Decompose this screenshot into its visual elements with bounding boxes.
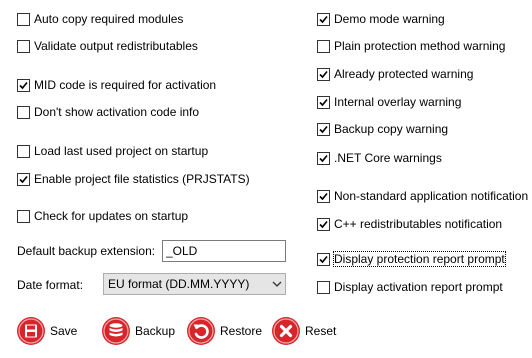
option-load-last-project[interactable]: Load last used project on startup xyxy=(17,143,208,159)
save-button-label: Save xyxy=(50,324,78,338)
checkbox-auto-copy-required-modules[interactable] xyxy=(17,12,30,26)
restore-button[interactable]: Restore xyxy=(186,315,262,347)
option-label: Display activation report prompt xyxy=(334,280,503,294)
checkbox-cpp-redistributables-notification[interactable] xyxy=(317,217,330,231)
checkmark-icon xyxy=(319,125,328,133)
option-label: C++ redistributables notification xyxy=(334,217,503,231)
option-demo-mode-warning[interactable]: Demo mode warning xyxy=(317,11,445,27)
option-label: Backup copy warning xyxy=(334,122,449,136)
close-icon xyxy=(272,317,300,345)
checkmark-icon xyxy=(319,98,328,106)
option-display-protection-report-prompt[interactable]: Display protection report prompt xyxy=(317,251,506,267)
option-label: .NET Core warnings xyxy=(334,151,442,165)
option-label: Demo mode warning xyxy=(334,12,445,26)
option-backup-copy-warning[interactable]: Backup copy warning xyxy=(317,121,448,137)
checkmark-icon xyxy=(19,175,28,183)
checkbox-display-activation-report-prompt[interactable] xyxy=(317,280,330,294)
checkbox-enable-project-file-statistics[interactable] xyxy=(17,172,30,186)
option-dont-show-activation-code-info[interactable]: Don't show activation code info xyxy=(17,104,199,120)
database-icon xyxy=(102,317,130,345)
date-format-select[interactable]: EU format (DD.MM.YYYY) xyxy=(103,273,286,295)
reset-button[interactable]: Reset xyxy=(271,315,336,347)
checkbox-load-last-project[interactable] xyxy=(17,144,30,158)
option-enable-project-file-statistics[interactable]: Enable project file statistics (PRJSTATS… xyxy=(17,171,250,187)
option-plain-protection-method-warning[interactable]: Plain protection method warning xyxy=(317,38,505,54)
reset-button-label: Reset xyxy=(305,324,337,338)
option-non-standard-application-notification[interactable]: Non-standard application notification xyxy=(317,188,528,204)
save-button[interactable]: Save xyxy=(16,315,77,347)
checkbox-check-for-updates[interactable] xyxy=(17,209,30,223)
option-label: Already protected warning xyxy=(334,67,474,81)
checkbox-display-protection-report-prompt[interactable] xyxy=(317,252,330,266)
option-label: Auto copy required modules xyxy=(34,12,184,26)
option-label: Plain protection method warning xyxy=(334,39,506,53)
option-label: MID code is required for activation xyxy=(34,78,217,92)
option-validate-output-redistributables[interactable]: Validate output redistributables xyxy=(17,38,198,54)
checkbox-internal-overlay-warning[interactable] xyxy=(317,95,330,109)
checkbox-validate-output-redistributables[interactable] xyxy=(17,39,30,53)
option-label: Enable project file statistics (PRJSTATS… xyxy=(34,172,250,186)
option-label: Display protection report prompt xyxy=(333,251,506,267)
option-check-for-updates[interactable]: Check for updates on startup xyxy=(17,208,188,224)
option-label: Validate output redistributables xyxy=(34,39,198,53)
checkbox-net-core-warnings[interactable] xyxy=(317,151,330,165)
checkbox-backup-copy-warning[interactable] xyxy=(317,122,330,136)
restore-button-label: Restore xyxy=(220,324,263,338)
chevron-down-icon xyxy=(269,274,285,294)
option-label: Check for updates on startup xyxy=(34,209,189,223)
checkbox-demo-mode-warning[interactable] xyxy=(317,12,330,26)
option-auto-copy-required-modules[interactable]: Auto copy required modules xyxy=(17,11,183,27)
option-already-protected-warning[interactable]: Already protected warning xyxy=(317,66,473,82)
undo-icon xyxy=(187,317,215,345)
checkmark-icon xyxy=(319,70,328,78)
option-label: Load last used project on startup xyxy=(34,144,209,158)
option-net-core-warnings[interactable]: .NET Core warnings xyxy=(317,150,442,166)
backup-extension-label: Default backup extension: xyxy=(17,244,156,258)
option-label: Internal overlay warning xyxy=(334,95,462,109)
option-internal-overlay-warning[interactable]: Internal overlay warning xyxy=(317,94,461,110)
backup-button-label: Backup xyxy=(135,324,176,338)
checkmark-icon xyxy=(319,220,328,228)
checkbox-dont-show-activation-code-info[interactable] xyxy=(17,105,30,119)
checkmark-icon xyxy=(319,255,328,263)
checkbox-mid-code-required[interactable] xyxy=(17,78,30,92)
date-format-label: Date format: xyxy=(17,278,84,292)
date-format-value: EU format (DD.MM.YYYY) xyxy=(108,277,250,291)
save-icon xyxy=(17,317,45,345)
checkmark-icon xyxy=(319,15,328,23)
checkmark-icon xyxy=(19,81,28,89)
backup-button[interactable]: Backup xyxy=(101,315,175,347)
option-display-activation-report-prompt[interactable]: Display activation report prompt xyxy=(317,279,503,295)
backup-extension-input[interactable] xyxy=(162,240,286,262)
checkmark-icon xyxy=(319,192,328,200)
option-label: Non-standard application notification xyxy=(334,189,529,203)
checkmark-icon xyxy=(319,154,328,162)
checkbox-plain-protection-method-warning[interactable] xyxy=(317,39,330,53)
option-cpp-redistributables-notification[interactable]: C++ redistributables notification xyxy=(317,216,502,232)
option-mid-code-required[interactable]: MID code is required for activation xyxy=(17,77,216,93)
checkbox-already-protected-warning[interactable] xyxy=(317,67,330,81)
checkbox-non-standard-application-notification[interactable] xyxy=(317,189,330,203)
option-label: Don't show activation code info xyxy=(34,105,200,119)
